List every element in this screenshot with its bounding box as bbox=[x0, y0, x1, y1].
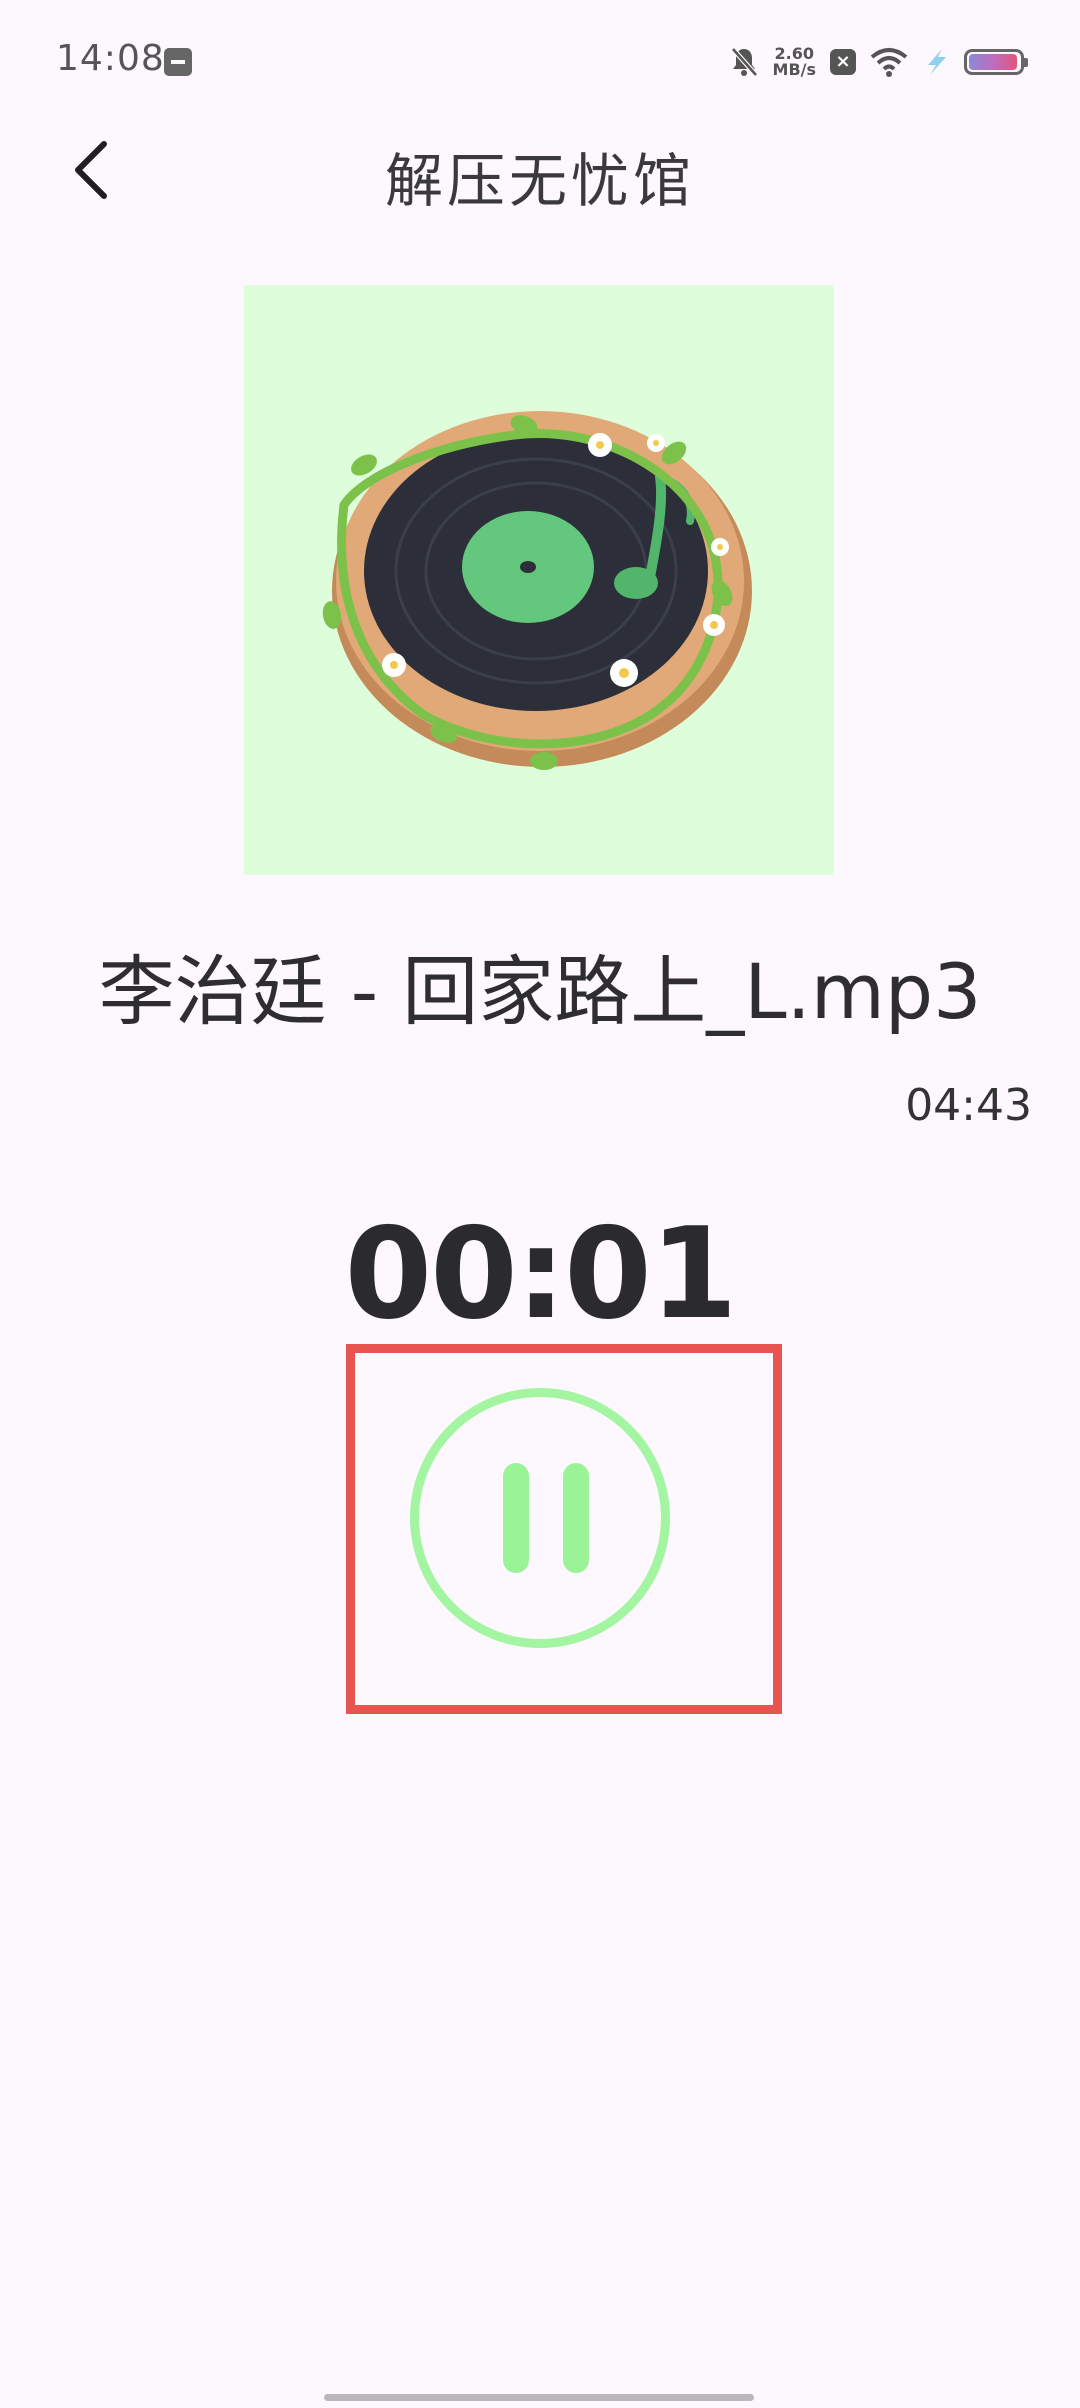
app-notification-icon bbox=[164, 48, 192, 76]
gesture-navigation-bar[interactable] bbox=[324, 2394, 754, 2401]
wifi-icon bbox=[870, 48, 908, 77]
battery-icon bbox=[964, 49, 1028, 75]
total-duration: 04:43 bbox=[905, 1080, 1032, 1131]
net-speed: 2.60 MB/s bbox=[773, 46, 816, 78]
battery-level bbox=[969, 54, 1017, 70]
song-title: 李治廷 - 回家路上_L.mp3 bbox=[98, 947, 982, 1036]
music-player-screen: 14:08 2.60 MB/s × 解压无忧馆 李治廷 - 回家路上_L.mp3… bbox=[0, 0, 1080, 2408]
close-box-icon: × bbox=[830, 49, 856, 75]
bolt-icon bbox=[928, 49, 946, 75]
page-title: 解压无忧馆 bbox=[384, 147, 695, 215]
bell-muted-icon bbox=[730, 47, 758, 77]
vinyl-record-image bbox=[322, 411, 752, 770]
pause-icon bbox=[503, 1463, 529, 1573]
pause-button[interactable] bbox=[410, 1388, 670, 1648]
pause-icon-bar bbox=[563, 1463, 589, 1573]
status-time: 14:08 bbox=[56, 38, 165, 79]
net-speed-unit: MB/s bbox=[772, 60, 816, 79]
current-time: 00:01 bbox=[344, 1200, 737, 1347]
album-cover bbox=[244, 285, 834, 875]
status-bar: 14:08 2.60 MB/s × bbox=[0, 0, 1080, 120]
status-icons: 2.60 MB/s × bbox=[729, 40, 1028, 84]
